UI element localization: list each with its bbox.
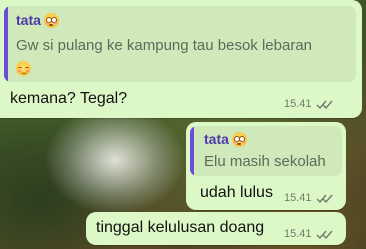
quote-bar — [4, 6, 8, 82]
message-text: tinggal kelulusan doang — [96, 219, 265, 236]
quote-author-name: tata — [204, 131, 229, 147]
double-check-icon — [316, 229, 334, 240]
message-meta: 15.41 — [284, 98, 334, 110]
message-time: 15.41 — [284, 228, 312, 240]
quote-text-content: Gw si pulang ke kampung tau besok lebara… — [16, 37, 313, 54]
message-bubble-2[interactable]: tata Elu masih sekolah udah lulus 15.41 — [186, 122, 346, 210]
quote-author: tata — [16, 12, 59, 28]
quote-author-name: tata — [16, 12, 41, 28]
quote-text: Gw si pulang ke kampung tau besok lebara… — [16, 36, 352, 56]
message-meta: 15.41 — [284, 228, 334, 240]
quote-bar — [190, 126, 194, 176]
double-check-icon — [316, 193, 334, 204]
message-bubble-1[interactable]: tata Gw si pulang ke kampung tau besok l… — [0, 0, 362, 118]
quoted-message-2[interactable]: tata Elu masih sekolah — [190, 126, 342, 176]
double-check-icon — [316, 99, 334, 110]
message-meta: 15.41 — [284, 192, 334, 204]
quoted-message-1[interactable]: tata Gw si pulang ke kampung tau besok l… — [4, 6, 356, 82]
quote-author: tata — [204, 131, 247, 147]
relieved-face-icon — [16, 61, 31, 76]
message-text: kemana? Tegal? — [10, 90, 128, 107]
message-time: 15.41 — [284, 98, 312, 110]
message-time: 15.41 — [284, 192, 312, 204]
flushed-face-icon — [231, 131, 247, 147]
quote-text: Elu masih sekolah — [204, 153, 326, 170]
message-bubble-3[interactable]: tinggal kelulusan doang 15.41 — [86, 212, 346, 245]
flushed-face-icon — [43, 12, 59, 28]
message-text: udah lulus — [200, 184, 273, 201]
